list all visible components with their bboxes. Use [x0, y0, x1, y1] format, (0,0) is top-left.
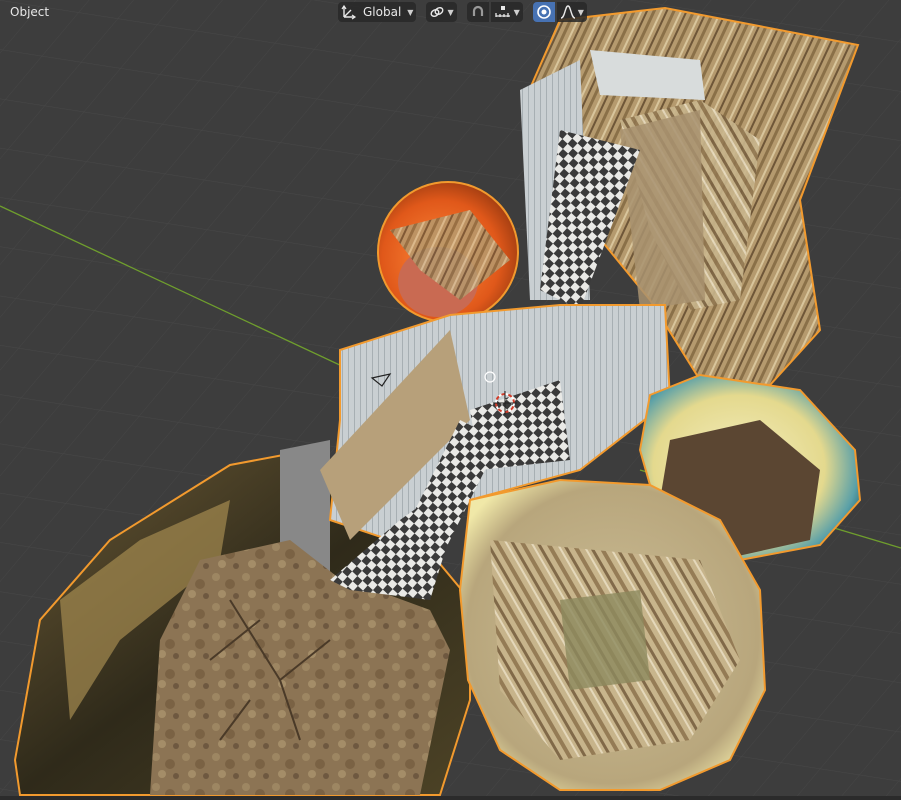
viewport-scene[interactable] — [0, 0, 901, 800]
pivot-link-icon — [429, 4, 445, 20]
viewport-header-tools: Global ▼ ▼ ▼ ▼ — [338, 1, 587, 23]
chevron-down-icon: ▼ — [513, 7, 520, 17]
snap-target-dropdown[interactable]: ▼ — [490, 2, 523, 22]
snap-increment-icon — [494, 4, 512, 20]
interaction-mode-label[interactable]: Object — [4, 2, 55, 22]
snap-magnet-icon — [470, 4, 486, 20]
falloff-dropdown[interactable]: ▼ — [556, 2, 587, 22]
proportional-editing-icon — [536, 4, 552, 20]
snap-toggle-button[interactable] — [466, 2, 489, 22]
3d-viewport[interactable]: Object Global ▼ ▼ ▼ ▼ — [0, 0, 901, 800]
chevron-down-icon: ▼ — [407, 7, 414, 17]
proportional-editing-toggle[interactable] — [532, 2, 555, 22]
debris-center — [560, 590, 650, 690]
transform-orientation-icon — [341, 4, 357, 20]
falloff-curve-icon — [560, 4, 576, 20]
chevron-down-icon: ▼ — [447, 7, 454, 17]
transform-orientation-dropdown[interactable]: Global ▼ — [338, 2, 417, 22]
transform-orientation-label: Global — [363, 5, 402, 19]
pivot-point-button[interactable]: ▼ — [426, 2, 457, 22]
viewport-bottom-edge — [0, 796, 901, 800]
chevron-down-icon: ▼ — [577, 7, 584, 17]
